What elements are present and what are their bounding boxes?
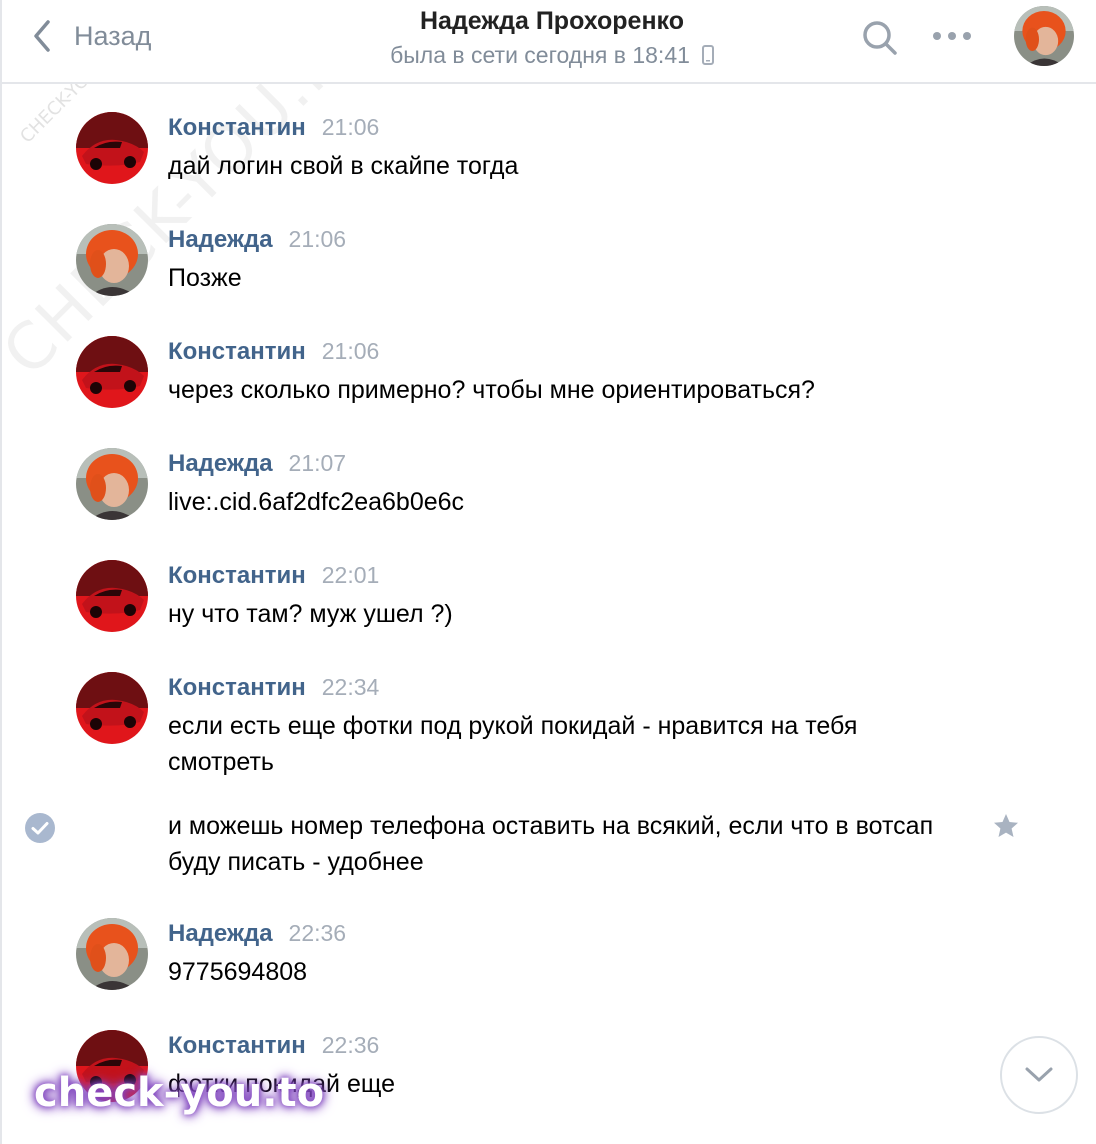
author-name[interactable]: Надежда [168, 450, 273, 478]
message-time[interactable]: 21:07 [289, 450, 347, 477]
peer-status: была в сети сегодня в 18:41 [390, 38, 714, 72]
message-text: Позже [168, 264, 242, 292]
scroll-down-button[interactable] [1000, 1036, 1078, 1114]
peer-avatar[interactable] [1014, 6, 1074, 66]
avatar-konstantin[interactable] [76, 336, 148, 408]
message-group[interactable]: Надежда 22:36 9775694808 [2, 918, 1096, 998]
author-name[interactable]: Надежда [168, 920, 273, 948]
message-time[interactable]: 21:06 [322, 114, 380, 141]
peer-title-block[interactable]: Надежда Прохоренко была в сети сегодня в… [302, 4, 802, 72]
search-icon[interactable] [860, 18, 900, 58]
message-header: Константин 22:01 [168, 562, 379, 594]
woman-avatar-image [1014, 6, 1074, 66]
message-text: дай логин свой в скайпе тогда [168, 152, 519, 180]
message-header: Константин 21:06 [168, 114, 379, 146]
author-name[interactable]: Надежда [168, 226, 273, 254]
message-text: и можешь номер телефона оставить на всяк… [168, 812, 934, 876]
message-header: Константин 22:34 [168, 674, 379, 706]
author-name[interactable]: Константин [168, 562, 306, 590]
chevron-down-icon [1025, 1067, 1053, 1082]
woman-avatar-image [76, 224, 148, 296]
message-header: Надежда 21:07 [168, 450, 346, 482]
chat-header: Назад Надежда Прохоренко была в сети сег… [2, 0, 1096, 84]
car-avatar-image [76, 1030, 148, 1102]
message-text: если есть еще фотки под рукой покидай - … [168, 712, 858, 776]
avatar-konstantin[interactable] [76, 672, 148, 744]
message-time[interactable]: 22:01 [322, 562, 380, 589]
chevron-left-icon [34, 20, 50, 52]
chat-window: CHECK-YOU.ME CHECK-YOU.ME Назад Надежда … [0, 0, 1096, 1144]
message-header: Надежда 21:06 [168, 226, 346, 258]
message-text: фотки покидай еще [168, 1070, 396, 1098]
woman-avatar-image [76, 918, 148, 990]
author-name[interactable]: Константин [168, 338, 306, 366]
message-time[interactable]: 21:06 [322, 338, 380, 365]
author-name[interactable]: Константин [168, 674, 306, 702]
message-group[interactable]: Константин 22:01 ну что там? муж ушел ?) [2, 560, 1096, 640]
car-avatar-image [76, 112, 148, 184]
message-group[interactable]: Надежда 21:06 Позже [2, 224, 1096, 304]
message-header: Константин 21:06 [168, 338, 379, 370]
back-button[interactable]: Назад [28, 14, 151, 58]
car-avatar-image [76, 672, 148, 744]
author-name[interactable]: Константин [168, 1032, 306, 1060]
message-list: Константин 21:06 дай логин свой в скайпе… [2, 86, 1096, 1144]
author-name[interactable]: Константин [168, 114, 306, 142]
message-time[interactable]: 21:06 [289, 226, 347, 253]
message-group[interactable]: Константин 21:06 через сколько примерно?… [2, 336, 1096, 416]
mobile-phone-icon [701, 45, 714, 65]
message-group[interactable]: Константин 21:06 дай логин свой в скайпе… [2, 112, 1096, 192]
message-header: Константин 22:36 [168, 1032, 379, 1064]
woman-avatar-image [76, 448, 148, 520]
check-circle-icon[interactable] [24, 812, 56, 844]
avatar-konstantin[interactable] [76, 1030, 148, 1102]
more-dots-icon[interactable] [930, 24, 974, 48]
avatar-nadezhda[interactable] [76, 918, 148, 990]
message-text: ну что там? муж ушел ?) [168, 600, 453, 628]
message-text: live:.cid.6af2dfc2ea6b0e6c [168, 488, 465, 516]
message-header: Надежда 22:36 [168, 920, 346, 952]
peer-status-text: была в сети сегодня в 18:41 [390, 42, 690, 68]
avatar-nadezhda[interactable] [76, 224, 148, 296]
avatar-nadezhda[interactable] [76, 448, 148, 520]
message-continuation[interactable]: и можешь номер телефона оставить на всяк… [2, 808, 1096, 888]
car-avatar-image [76, 560, 148, 632]
message-group[interactable]: Константин 22:36 фотки покидай еще [2, 1030, 1096, 1110]
message-time[interactable]: 22:36 [289, 920, 347, 947]
message-text: 9775694808 [168, 958, 308, 986]
avatar-konstantin[interactable] [76, 560, 148, 632]
peer-name[interactable]: Надежда Прохоренко [302, 4, 802, 38]
car-avatar-image [76, 336, 148, 408]
message-time[interactable]: 22:34 [322, 674, 380, 701]
message-time[interactable]: 22:36 [322, 1032, 380, 1059]
back-label: Назад [74, 20, 152, 51]
avatar-konstantin[interactable] [76, 112, 148, 184]
star-icon[interactable] [992, 812, 1020, 840]
message-text: через сколько примерно? чтобы мне ориент… [168, 376, 815, 404]
message-group[interactable]: Надежда 21:07 live:.cid.6af2dfc2ea6b0e6c [2, 448, 1096, 528]
message-group[interactable]: Константин 22:34 если есть еще фотки под… [2, 672, 1096, 782]
